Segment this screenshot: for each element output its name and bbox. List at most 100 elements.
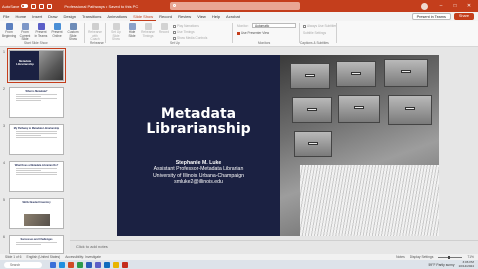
file-explorer-icon[interactable] (50, 261, 56, 268)
slide-title[interactable]: Metadata Librarianship (117, 107, 280, 137)
present-in-teams-button[interactable]: Present in Teams (411, 13, 451, 20)
thumbnail-title: Skills Needed Inventory (22, 201, 51, 204)
checkbox[interactable] (173, 36, 176, 40)
avatar[interactable] (421, 2, 428, 10)
rehearse-timings-button[interactable]: Rehearse Timings (141, 23, 155, 38)
drawer-handle (354, 106, 364, 110)
search-input[interactable] (170, 2, 300, 10)
thumbnail-number: 6 (3, 235, 5, 239)
clock[interactable]: 3:06 PM 10/14/2024 (459, 260, 474, 268)
rehearse-group-label: Rehearse (90, 41, 104, 45)
folder-icon[interactable] (113, 261, 119, 268)
record-button[interactable]: Record (157, 23, 171, 35)
thumbnail-item[interactable]: 2 What is Metadata? (0, 87, 70, 121)
acrobat-icon[interactable] (122, 261, 128, 268)
document-title[interactable]: Professional Pathways • Saved to this PC (64, 4, 138, 9)
tab-draw[interactable]: Draw (45, 12, 60, 21)
maximize-icon[interactable]: □ (448, 0, 462, 12)
present-in-teams-ribbon-button[interactable]: Present in Teams (34, 23, 48, 38)
text-line (16, 137, 57, 138)
notes-pane[interactable]: Click to add notes (70, 240, 478, 254)
monitor-select[interactable]: Automatic (252, 23, 296, 28)
always-use-subtitles-option[interactable]: Always Use Subtitles (303, 24, 337, 28)
tab-insert[interactable]: Insert (29, 12, 45, 21)
subtitle-settings-option[interactable]: Subtitle Settings (303, 31, 326, 35)
tab-slide-show[interactable]: Slide Show (130, 12, 157, 21)
language-indicator[interactable]: English (United States) (27, 255, 61, 259)
taskbar-search[interactable]: Search (4, 261, 42, 268)
powerpoint-icon[interactable] (68, 261, 74, 268)
weather-widget[interactable]: 59°F Partly sunny (428, 263, 454, 267)
ribbon-divider (299, 23, 300, 43)
from-current-slide-button[interactable]: From Current Slide (18, 23, 32, 42)
thumbnail-item[interactable]: 4 What Does a Metadata Librarian Do? (0, 161, 70, 195)
excel-icon[interactable] (77, 261, 83, 268)
checkbox[interactable] (173, 30, 176, 34)
coach-icon (91, 23, 99, 30)
checkbox[interactable] (303, 24, 306, 28)
tab-transitions[interactable]: Transitions (79, 12, 104, 21)
thumbnail-slide-5[interactable]: Skills Needed Inventory (9, 198, 64, 229)
thumbnail-number: 1 (3, 50, 5, 54)
show-media-controls-option[interactable]: Show Media Controls (173, 36, 207, 40)
tab-file[interactable]: File (0, 12, 12, 21)
zoom-level[interactable]: 71% (467, 255, 474, 259)
accessibility-checker[interactable]: Accessibility: Investigate (65, 255, 101, 259)
close-icon[interactable]: ✕ (462, 0, 476, 12)
tab-view[interactable]: View (194, 12, 209, 21)
hide-slide-icon (128, 23, 136, 30)
use-timings-option[interactable]: Use Timings (173, 30, 195, 34)
zoom-slider[interactable] (438, 255, 463, 258)
tab-animations[interactable]: Animations (104, 12, 130, 21)
tab-acrobat[interactable]: Acrobat (223, 12, 243, 21)
autosave-switch[interactable] (21, 4, 29, 8)
thumbnail-slide-6[interactable]: Successes and Challenges (9, 235, 64, 254)
title-bar: AutoSave Professional Pathways • Saved t… (0, 0, 478, 12)
record-icon (160, 23, 168, 30)
autosave-toggle[interactable]: AutoSave (2, 4, 29, 9)
ribbon: From Beginning From Current Slide Presen… (0, 21, 478, 47)
tab-record[interactable]: Record (156, 12, 175, 21)
hide-slide-button[interactable]: Hide Slide (125, 23, 139, 38)
custom-slide-show-button[interactable]: Custom Slide Show (66, 23, 80, 42)
tab-help[interactable]: Help (209, 12, 223, 21)
thumbnail-slide-4[interactable]: What Does a Metadata Librarian Do? (9, 161, 64, 192)
presenter-view-option[interactable]: Use Presenter View (237, 31, 269, 35)
teams-taskbar-icon[interactable] (95, 261, 101, 268)
thumbnail-slide-3[interactable]: My Pathway to Metadata Librarianship (9, 124, 64, 155)
from-beginning-button[interactable]: From Beginning (2, 23, 16, 38)
thumbnail-item[interactable]: 1 Metadata Librarianship (0, 48, 70, 84)
save-icon[interactable] (31, 3, 37, 9)
thumbnail-title: Successes and Challenges (20, 238, 53, 241)
share-button[interactable]: Share (453, 13, 474, 20)
play-narrations-option[interactable]: Play Narrations (173, 24, 199, 28)
word-icon[interactable] (86, 261, 92, 268)
edge-icon[interactable] (59, 261, 65, 268)
redo-icon[interactable] (47, 3, 53, 9)
rehearse-with-coach-button[interactable]: Rehearse with Coach (88, 23, 102, 42)
tab-design[interactable]: Design (60, 12, 78, 21)
notes-button[interactable]: Notes (396, 255, 405, 259)
tab-home[interactable]: Home (12, 12, 29, 21)
minimize-icon[interactable]: – (434, 0, 448, 12)
display-settings-button[interactable]: Display Settings (410, 255, 434, 259)
set-up-slide-show-button[interactable]: Set Up Slide Show (109, 23, 123, 42)
present-online-button[interactable]: Present Online (50, 23, 64, 38)
thumbnail-slide-2[interactable]: What is Metadata? (9, 87, 64, 118)
checkbox[interactable] (237, 31, 240, 35)
text-line (16, 131, 57, 132)
drawer-handle (308, 141, 318, 145)
timer-icon (144, 23, 152, 30)
teams-icon (37, 23, 45, 30)
outlook-icon[interactable] (104, 261, 110, 268)
tab-review[interactable]: Review (175, 12, 194, 21)
current-slide[interactable]: Metadata Librarianship Stephanie M. Luke… (117, 55, 439, 236)
undo-icon[interactable] (39, 3, 45, 9)
thumbnail-item[interactable]: 3 My Pathway to Metadata Librarianship (0, 124, 70, 158)
checkbox[interactable] (173, 24, 176, 28)
slide-subtitle[interactable]: Stephanie M. Luke Assistant Professor-Me… (117, 160, 280, 186)
thumbnail-slide-1[interactable]: Metadata Librarianship (7, 48, 66, 83)
thumbnail-item[interactable]: 5 Skills Needed Inventory (0, 198, 70, 232)
thumbnail-number: 2 (3, 87, 5, 91)
card-catalog-photo[interactable] (280, 55, 439, 236)
